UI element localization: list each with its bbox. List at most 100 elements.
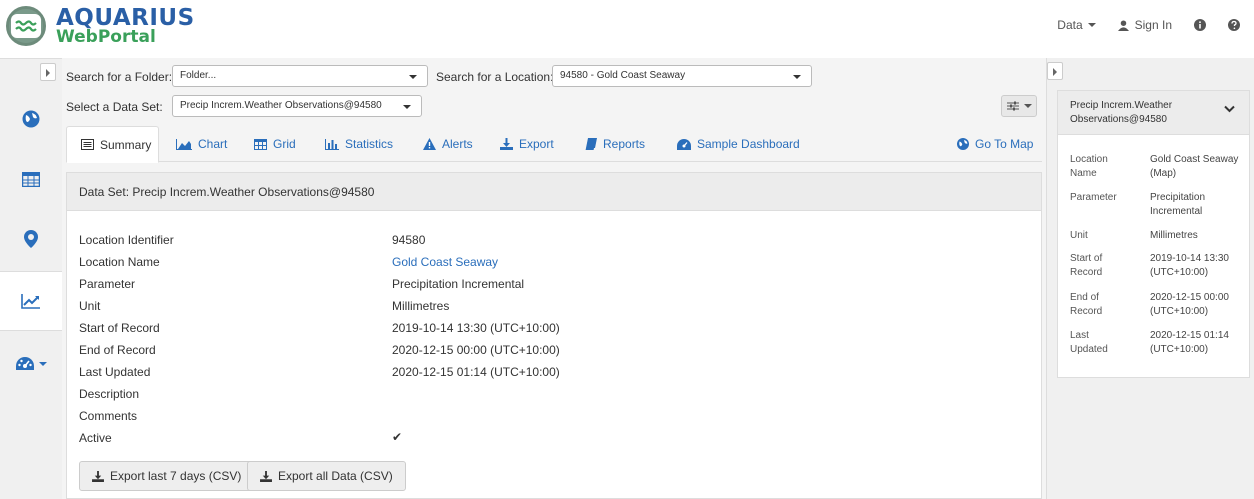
field-label: Unit <box>79 299 101 313</box>
tab-chart[interactable]: Chart <box>176 126 227 162</box>
tab-label: Go To Map <box>975 137 1034 151</box>
tab-label: Sample Dashboard <box>697 137 800 151</box>
tab-label: Chart <box>198 137 228 151</box>
help-button[interactable] <box>1228 19 1240 31</box>
help-icon <box>1228 19 1240 31</box>
table-icon <box>22 171 40 187</box>
location-map-link[interactable]: Gold Coast Seaway (Map) <box>1150 153 1240 181</box>
tab-label: Alerts <box>442 137 473 151</box>
active-check-icon: ✔ <box>392 430 403 444</box>
map-marker-icon <box>24 230 38 248</box>
tab-export[interactable]: Export <box>500 126 554 162</box>
field-value: 2020-12-15 00:00 (UTC+10:00) <box>392 343 560 357</box>
nav-location[interactable] <box>0 209 62 269</box>
field-label: Parameter <box>79 277 136 291</box>
caret-down-icon <box>1023 104 1032 108</box>
search-filters: Search for a Folder: Folder... Search fo… <box>62 58 1046 124</box>
area-chart-icon <box>176 138 192 150</box>
tab-label: Summary <box>100 137 152 152</box>
field-value: Millimetres <box>392 299 450 313</box>
field-value: 2019-10-14 13:30 (UTC+10:00) <box>392 321 560 335</box>
left-nav-rail <box>0 58 62 499</box>
go-to-map-link[interactable]: Go To Map <box>957 126 1033 162</box>
tab-alerts[interactable]: Alerts <box>423 126 473 162</box>
dataset-value: Precip Increm.Weather Observations@94580 <box>180 100 382 111</box>
export-last-7-days-button[interactable]: Export last 7 days (CSV) <box>79 461 255 491</box>
folder-search-select[interactable]: Folder... <box>172 65 428 87</box>
tab-sample-dashboard[interactable]: Sample Dashboard <box>677 126 800 162</box>
globe-icon <box>957 138 969 150</box>
tab-grid[interactable]: Grid <box>254 126 296 162</box>
tab-statistics[interactable]: Statistics <box>325 126 393 162</box>
field-label: Location Identifier <box>79 233 174 247</box>
location-search-value: 94580 - Gold Coast Seaway <box>560 70 686 81</box>
sliders-icon <box>1006 101 1019 111</box>
chevron-down-icon <box>1224 105 1235 113</box>
bar-chart-icon <box>325 138 339 150</box>
app-logo[interactable]: AQUARIUS WebPortal <box>6 6 195 46</box>
caret-down-icon <box>403 105 411 109</box>
expand-arrow-icon <box>1053 68 1057 76</box>
nav-map-globe[interactable] <box>0 89 62 149</box>
info-button[interactable] <box>1194 19 1206 31</box>
info-label: Start of Record <box>1070 253 1103 278</box>
collapse-left-toggle[interactable] <box>40 63 56 81</box>
tab-label: Reports <box>603 137 646 151</box>
info-value: Precipitation Incremental <box>1150 192 1206 217</box>
card-header[interactable]: Precip Increm.Weather Observations@94580 <box>1058 91 1249 135</box>
info-value: 2019-10-14 13:30 (UTC+10:00) <box>1150 253 1229 278</box>
field-value: Precipitation Incremental <box>392 277 525 291</box>
field-label: Location Name <box>79 255 160 269</box>
card-title: Precip Increm.Weather Observations@94580 <box>1070 100 1173 125</box>
list-icon <box>81 139 94 150</box>
dataset-select[interactable]: Precip Increm.Weather Observations@94580 <box>172 95 422 117</box>
download-icon <box>260 470 272 482</box>
field-label: Comments <box>79 409 138 423</box>
folder-search-value: Folder... <box>180 70 217 81</box>
line-chart-icon <box>21 294 40 309</box>
field-value: 94580 <box>392 233 426 247</box>
download-icon <box>92 470 104 482</box>
panel-heading: Data Set: Precip Increm.Weather Observat… <box>67 173 1041 211</box>
info-label: Unit <box>1070 230 1088 241</box>
info-label: Location Name <box>1070 154 1108 179</box>
book-icon <box>585 138 597 150</box>
tab-label: Export <box>519 137 554 151</box>
tab-summary[interactable]: Summary <box>66 126 159 163</box>
nav-dashboard[interactable] <box>0 334 62 394</box>
main-content: Search for a Folder: Folder... Search fo… <box>62 58 1046 499</box>
view-options-button[interactable] <box>1001 95 1037 117</box>
info-value: 2020-12-15 00:00 (UTC+10:00) <box>1150 292 1229 317</box>
location-name-link[interactable]: Gold Coast Seaway <box>392 255 498 269</box>
caret-down-icon <box>793 75 801 79</box>
field-label: Last Updated <box>79 365 151 379</box>
export-all-data-button[interactable]: Export all Data (CSV) <box>247 461 406 491</box>
location-search-select[interactable]: 94580 - Gold Coast Seaway <box>552 65 812 87</box>
download-icon <box>500 138 513 150</box>
info-label: Parameter <box>1070 192 1117 203</box>
table-icon <box>254 138 267 150</box>
data-menu[interactable]: Data <box>1057 18 1096 32</box>
nav-chart[interactable] <box>0 271 62 331</box>
sign-in-label: Sign In <box>1134 18 1172 32</box>
collapse-right-toggle[interactable] <box>1047 62 1063 80</box>
view-tabs: Summary Chart Grid Statistics Alerts Exp… <box>66 126 1042 163</box>
button-label: Export last 7 days (CSV) <box>110 469 242 483</box>
info-label: Last Updated <box>1070 330 1108 355</box>
top-header: AQUARIUS WebPortal Data Sign In <box>0 0 1254 58</box>
summary-panel: Data Set: Precip Increm.Weather Observat… <box>66 172 1042 499</box>
sign-in-link[interactable]: Sign In <box>1117 18 1172 32</box>
right-sidebar: Precip Increm.Weather Observations@94580… <box>1046 58 1254 499</box>
nav-grid[interactable] <box>0 149 62 209</box>
field-label: Start of Record <box>79 321 160 335</box>
globe-icon <box>22 110 40 128</box>
field-label: End of Record <box>79 343 156 357</box>
info-icon <box>1194 19 1206 31</box>
field-label: Description <box>79 387 140 401</box>
warning-icon <box>423 138 436 150</box>
tab-label: Statistics <box>345 137 394 151</box>
button-label: Export all Data (CSV) <box>278 469 393 483</box>
tab-reports[interactable]: Reports <box>585 126 645 162</box>
dashboard-icon <box>677 138 691 150</box>
dataset-info-card: Precip Increm.Weather Observations@94580… <box>1057 90 1250 378</box>
